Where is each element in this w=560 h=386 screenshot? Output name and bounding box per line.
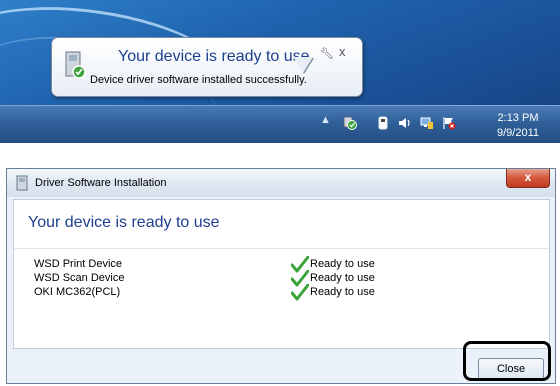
notification-balloon[interactable]: Your device is ready to use Device drive…	[51, 37, 363, 97]
notification-message: Device driver software installed success…	[90, 74, 307, 86]
clock[interactable]: 2:13 PM 9/9/2011	[490, 111, 546, 141]
check-icon	[291, 284, 309, 301]
device-icon	[16, 175, 28, 191]
dialog-content: Your device is ready to use WSD Print De…	[13, 199, 550, 349]
device-row: WSD Print Device Ready to use	[34, 256, 534, 273]
device-name: WSD Print Device	[34, 258, 123, 270]
clock-time: 2:13 PM	[497, 112, 539, 124]
close-button[interactable]: Close	[478, 358, 544, 380]
dialog-footer: Close	[7, 349, 555, 383]
title-close-button[interactable]: x	[506, 169, 550, 188]
device-status: Ready to use	[310, 258, 375, 270]
driver-install-dialog: Driver Software Installation x Your devi…	[6, 168, 556, 384]
dialog-heading: Your device is ready to use	[28, 214, 220, 231]
driver-install-icon[interactable]	[343, 116, 357, 130]
wrench-icon[interactable]: 🔧︎	[320, 47, 334, 60]
usb-device-icon[interactable]	[376, 116, 390, 130]
device-row: OKI MC362(PCL) Ready to use	[34, 284, 534, 301]
clock-date: 9/9/2011	[496, 127, 539, 139]
show-hidden-icons-arrow[interactable]: ▲	[320, 114, 334, 128]
divider	[14, 248, 549, 249]
device-status: Ready to use	[310, 286, 375, 298]
notification-title: Your device is ready to use	[118, 48, 310, 65]
device-name: OKI MC362(PCL)	[34, 286, 121, 298]
device-row: WSD Scan Device Ready to use	[34, 270, 534, 287]
taskbar-screenshot: Your device is ready to use Device drive…	[0, 0, 560, 143]
action-center-icon[interactable]	[442, 116, 456, 130]
dialog-title: Driver Software Installation	[35, 177, 167, 189]
network-icon[interactable]	[420, 116, 434, 130]
notification-tail	[293, 57, 313, 73]
volume-icon[interactable]	[398, 116, 412, 130]
device-icon	[65, 51, 86, 79]
title-bar[interactable]: Driver Software Installation x	[7, 169, 555, 197]
device-status: Ready to use	[310, 272, 375, 284]
taskbar: ▲ 2:13 PM 9/9/2011	[0, 105, 560, 143]
notification-close-button[interactable]: x	[339, 44, 346, 59]
device-name: WSD Scan Device	[34, 272, 125, 284]
